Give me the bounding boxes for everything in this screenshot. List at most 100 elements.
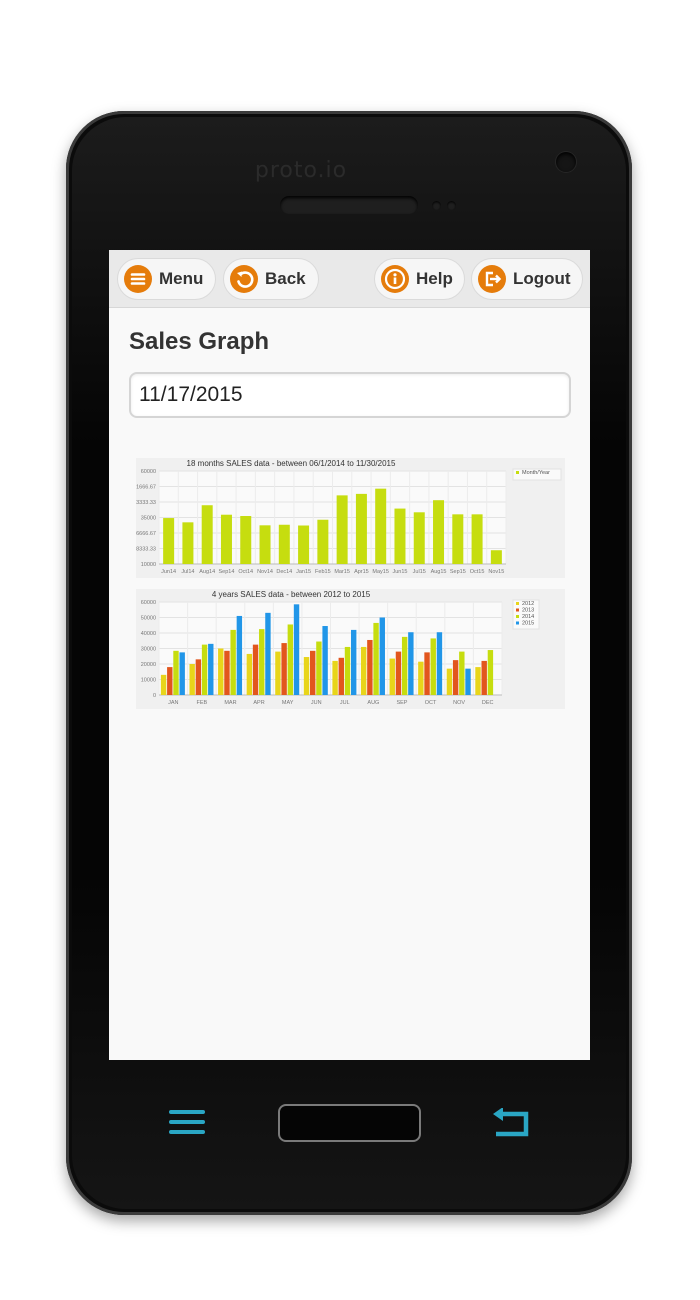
bar-2014: [401, 636, 408, 695]
bar-2015: [379, 617, 385, 695]
y-tick-label: 18333.33: [136, 547, 156, 553]
legend-label: 2013: [522, 608, 534, 614]
legend-swatch: [516, 471, 519, 474]
bar-2012: [246, 653, 253, 695]
y-tick-label: 50000: [141, 616, 156, 622]
legend-label: 2015: [522, 621, 534, 627]
bar-2014: [259, 629, 265, 695]
bar-2012: [218, 648, 224, 695]
x-tick-label: Jul14: [181, 569, 194, 575]
y-tick-label: 10000: [141, 562, 156, 568]
legend-swatch: [516, 615, 519, 618]
bar-2014: [344, 646, 351, 695]
y-tick-label: 43333.33: [136, 500, 156, 506]
bar-2013: [224, 650, 230, 695]
x-tick-label: FEB: [197, 700, 208, 706]
bar-month-year: [433, 500, 445, 564]
bar-2013: [195, 659, 202, 695]
bar-2013: [167, 667, 173, 695]
y-tick-label: 26666.67: [136, 531, 156, 537]
bar-2014: [287, 624, 294, 695]
help-label: Help: [416, 269, 453, 288]
bar-2015: [236, 615, 243, 695]
bar-2014: [459, 651, 465, 695]
y-tick-label: 10000: [141, 678, 156, 684]
bar-2013: [452, 660, 459, 695]
x-tick-label: Oct15: [470, 569, 485, 575]
bar-2015: [293, 604, 300, 695]
hardware-home-button[interactable]: [278, 1104, 421, 1142]
bar-month-year: [240, 516, 252, 564]
help-button[interactable]: Help: [374, 258, 465, 300]
x-tick-label: Sep14: [219, 569, 235, 575]
front-camera: [556, 152, 576, 172]
info-icon: [381, 265, 409, 293]
logout-button[interactable]: Logout: [471, 258, 583, 300]
bar-2012: [446, 668, 453, 695]
bar-2014: [373, 622, 379, 695]
menu-label: Menu: [159, 269, 204, 288]
x-tick-label: Sep15: [450, 569, 466, 575]
earpiece-speaker: [280, 196, 418, 214]
bar-2014: [430, 638, 436, 695]
x-tick-label: Oct14: [238, 569, 253, 575]
bar-2013: [310, 650, 316, 695]
legend-label: 2012: [522, 601, 534, 607]
legend-swatch: [516, 621, 519, 625]
page-title: Sales Graph: [129, 328, 270, 355]
back-label: Back: [265, 269, 306, 288]
bar-2015: [179, 652, 185, 695]
screen: Menu Back Help Logout Sales Graph 10000 1…: [109, 250, 590, 1060]
bar-month-year: [336, 495, 348, 564]
toolbar: Menu Back Help Logout: [109, 250, 590, 308]
y-tick-label: 60000: [141, 600, 156, 606]
bar-month-year: [413, 512, 425, 564]
hardware-menu-icon[interactable]: [168, 1107, 206, 1137]
bar-month-year: [163, 518, 175, 564]
yearly-sales-chart: 0 10000 20000 30000 40000 50000 60000 JAN FEB MAR…: [136, 589, 565, 709]
x-tick-label: Feb15: [315, 569, 331, 575]
bar-2013: [481, 660, 487, 695]
bar-2015: [465, 668, 471, 695]
date-input[interactable]: [129, 372, 571, 418]
bar-2015: [322, 626, 328, 695]
bar-2015: [408, 632, 414, 695]
monthly-sales-chart: 10000 18333.33 26666.67 35000 43333.33 51666.…: [133, 458, 565, 578]
x-tick-label: Aug14: [199, 569, 215, 575]
bar-2012: [360, 646, 367, 695]
legend-label: Month/Year: [522, 470, 550, 476]
bar-2015: [265, 612, 271, 695]
back-arrow-icon: [230, 265, 258, 293]
x-tick-label: Jan15: [296, 569, 311, 575]
yearly-sales-chart-svg: 0 10000 20000 30000 40000 50000 60000 JAN FEB MAR…: [141, 590, 540, 706]
x-tick-label: MAY: [282, 700, 294, 706]
menu-icon: [124, 265, 152, 293]
legend-swatch: [516, 608, 519, 612]
x-tick-label: MAR: [224, 700, 236, 706]
bar-month-year: [355, 493, 367, 564]
bar-month-year: [201, 505, 213, 564]
chart-title: 4 years SALES data - between 2012 to 201…: [212, 590, 371, 599]
menu-button[interactable]: Menu: [117, 258, 216, 300]
logout-icon: [478, 265, 506, 293]
bar-2014: [316, 641, 322, 695]
bar-2012: [160, 674, 167, 695]
y-tick-label: 51666.67: [136, 485, 156, 491]
bar-month-year: [220, 514, 232, 564]
x-tick-label: Nov14: [257, 569, 273, 575]
bar-2014: [173, 650, 179, 695]
bar-month-year: [375, 488, 387, 564]
bar-month-year: [259, 525, 271, 564]
bar-2013: [281, 643, 287, 695]
x-tick-label: SEP: [396, 700, 407, 706]
back-button[interactable]: Back: [223, 258, 319, 300]
bar-2014: [230, 629, 236, 695]
bar-2012: [275, 651, 281, 695]
bar-month-year: [317, 519, 329, 564]
bar-2012: [189, 664, 195, 695]
x-tick-label: Nov15: [488, 569, 504, 575]
hardware-back-icon[interactable]: [490, 1107, 532, 1138]
x-tick-label: DEC: [482, 700, 494, 706]
x-tick-label: JUN: [311, 700, 322, 706]
bar-month-year: [278, 524, 290, 564]
